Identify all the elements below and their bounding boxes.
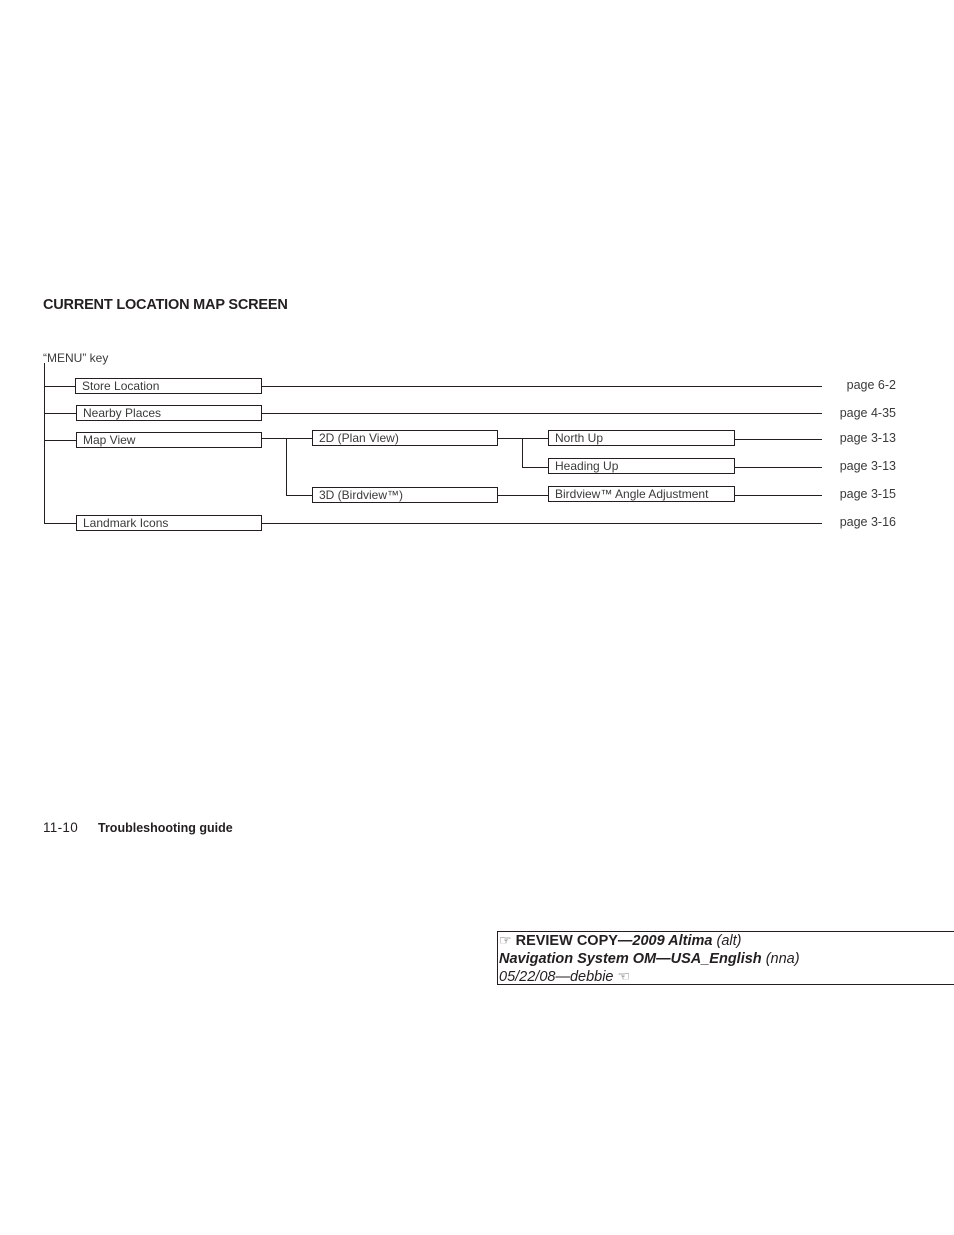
menu-item-label: North Up (555, 431, 604, 445)
menu-item-label: Map View (83, 433, 136, 447)
submenu-item-3d-birdview: 3D (Birdview™) (312, 487, 498, 503)
submenu-item-north-up: North Up (548, 430, 735, 446)
section-title: CURRENT LOCATION MAP SCREEN (43, 297, 288, 313)
menu-item-store-location: Store Location (75, 378, 262, 394)
connector-line (735, 495, 822, 496)
connector-line (262, 438, 312, 439)
menu-item-landmark-icons: Landmark Icons (76, 515, 262, 531)
menu-item-label: 3D (Birdview™) (319, 488, 404, 502)
review-line-2: Navigation System OM—USA_English (nna) (499, 951, 954, 969)
connector-line (44, 523, 76, 524)
root-trunk-line (44, 363, 45, 524)
page-reference: page 3-13 (839, 459, 896, 473)
page-reference: page 3-13 (839, 431, 896, 445)
menu-item-nearby-places: Nearby Places (76, 405, 262, 421)
review-copy-stamp: ☞ REVIEW COPY—2009 Altima (alt) Navigati… (497, 931, 954, 985)
menu-item-label: Landmark Icons (83, 516, 169, 530)
menu-item-label: Heading Up (555, 459, 619, 473)
review-date-author: 05/22/08—debbie (499, 969, 614, 985)
connector-line (735, 439, 822, 440)
review-line-3: 05/22/08—debbie ☜ (499, 968, 954, 987)
chapter-title: Troubleshooting guide (98, 821, 233, 835)
page-reference: page 6-2 (846, 378, 896, 392)
submenu-item-2d-plan-view: 2D (Plan View) (312, 430, 498, 446)
connector-line (262, 523, 822, 524)
connector-line (286, 495, 312, 496)
connector-line (498, 495, 548, 496)
pointing-hand-left-icon: ☜ (617, 968, 631, 984)
menu-key-label: “MENU” key (43, 351, 109, 365)
page-reference: page 4-35 (839, 406, 896, 420)
branch-line (286, 438, 287, 495)
page-reference: page 3-15 (839, 487, 896, 501)
connector-line (522, 467, 548, 468)
submenu-item-birdview-angle-adjustment: Birdview™ Angle Adjustment (548, 486, 735, 502)
connector-line (44, 413, 76, 414)
menu-item-label: Birdview™ Angle Adjustment (555, 487, 709, 501)
vehicle-model: 2009 Altima (632, 933, 713, 949)
pointing-hand-right-icon: ☞ (499, 932, 512, 948)
connector-line (498, 438, 548, 439)
page-reference: page 3-16 (839, 515, 896, 529)
connector-line (44, 386, 76, 387)
review-label: REVIEW COPY— (515, 933, 633, 949)
connector-line (262, 413, 822, 414)
connector-line (262, 386, 822, 387)
branch-line (522, 438, 523, 467)
connector-line (44, 440, 76, 441)
menu-item-label: Store Location (82, 379, 160, 393)
manual-title: Navigation System OM—USA_English (499, 950, 762, 967)
menu-item-label: Nearby Places (83, 406, 162, 420)
submenu-item-heading-up: Heading Up (548, 458, 735, 474)
manual-code: (nna) (761, 950, 800, 967)
vehicle-code: (alt) (712, 933, 742, 949)
menu-item-map-view: Map View (76, 432, 262, 448)
connector-line (735, 467, 822, 468)
page-number: 11-10 (43, 820, 79, 835)
menu-item-label: 2D (Plan View) (319, 431, 399, 445)
review-line-1: ☞ REVIEW COPY—2009 Altima (alt) (499, 932, 954, 951)
